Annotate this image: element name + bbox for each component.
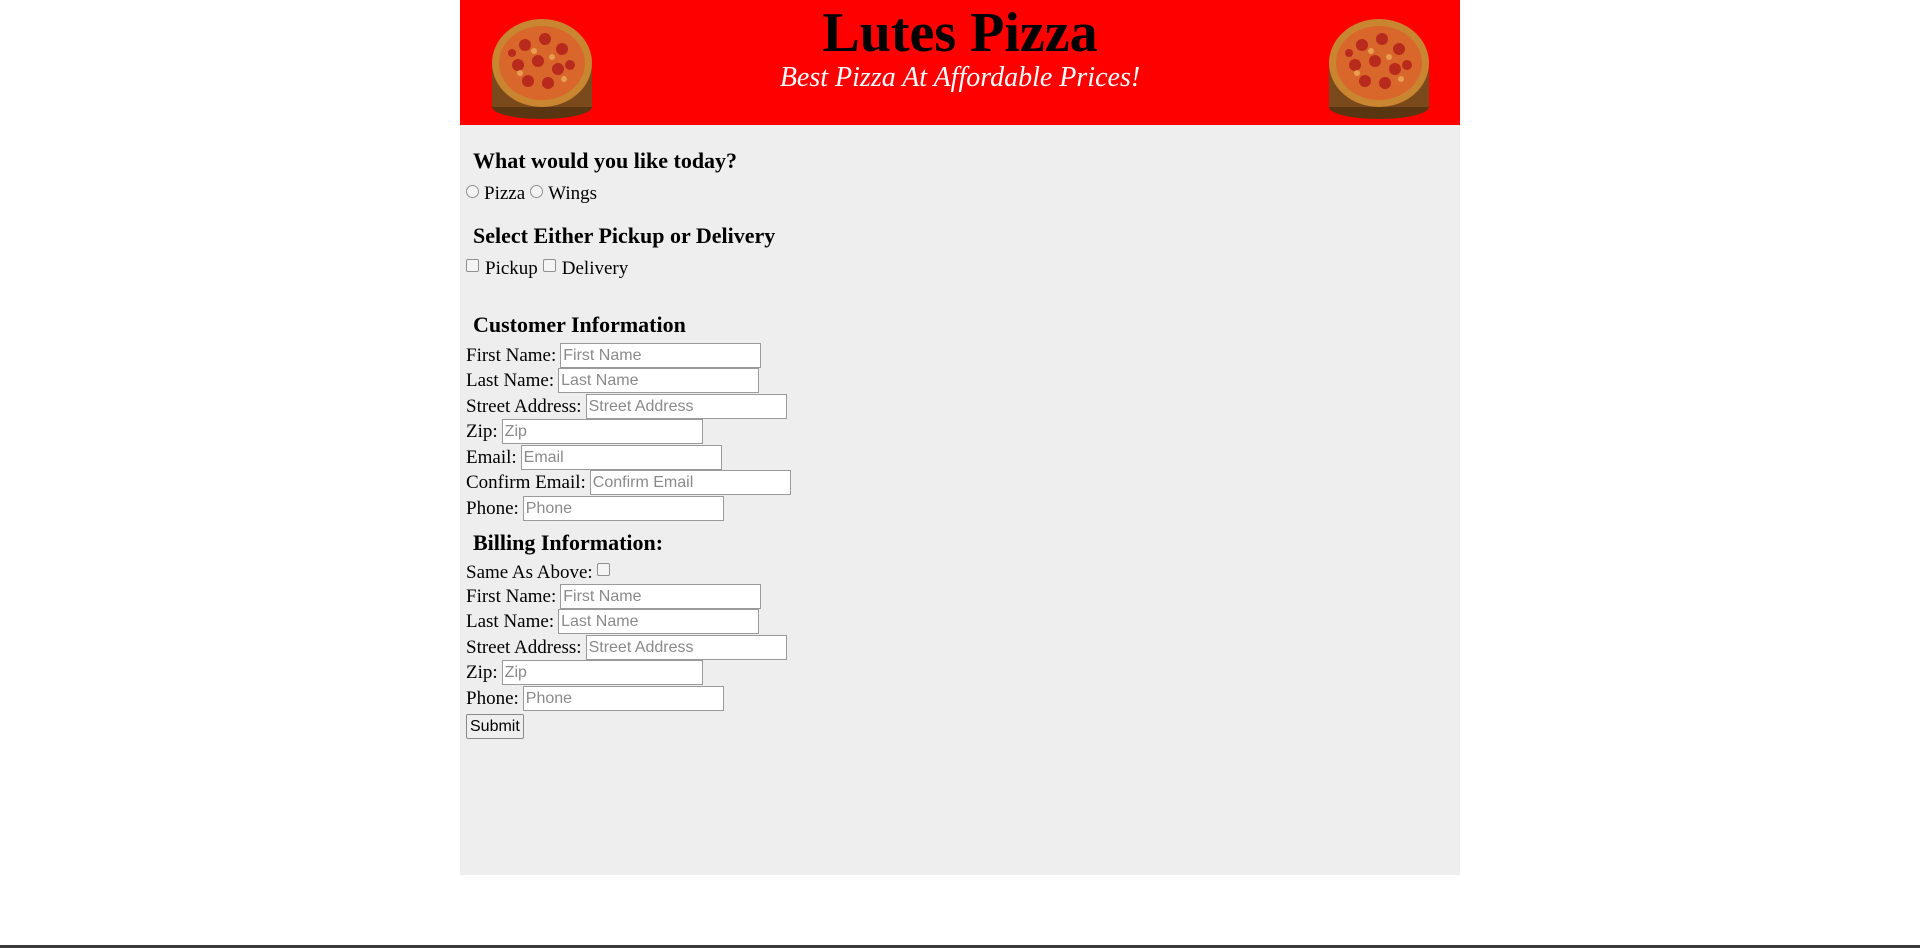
customer-first-name-input[interactable] (560, 343, 762, 368)
billing-street-address-label: Street Address: (466, 636, 582, 658)
billing-phone-row: Phone: (466, 686, 724, 711)
customer-street-address-label: Street Address: (466, 395, 582, 417)
billing-first-name-row: First Name: (466, 584, 762, 609)
page-container: Lutes Pizza Best Pizza At Affordable Pri… (460, 0, 1460, 875)
delivery-checkbox[interactable] (542, 259, 556, 272)
customer-last-name-label: Last Name: (466, 369, 555, 391)
billing-zip-row: Zip: (466, 660, 703, 685)
site-header: Lutes Pizza Best Pizza At Affordable Pri… (460, 0, 1460, 125)
customer-phone-row: Phone: (466, 496, 724, 521)
wings-radio[interactable] (530, 185, 544, 198)
customer-last-name-row: Last Name: (466, 368, 760, 393)
billing-first-name-label: First Name: (466, 585, 557, 607)
customer-zip-input[interactable] (501, 419, 703, 444)
billing-phone-input[interactable] (522, 686, 724, 711)
customer-confirm-email-input[interactable] (589, 470, 791, 495)
customer-street-address-row: Street Address: (466, 394, 787, 419)
billing-last-name-row: Last Name: (466, 609, 760, 634)
billing-last-name-label: Last Name: (466, 610, 555, 632)
customer-zip-label: Zip: (466, 420, 498, 442)
customer-street-address-input[interactable] (585, 394, 787, 419)
billing-street-address-input[interactable] (585, 635, 787, 660)
pickup-checkbox[interactable] (466, 259, 479, 272)
billing-street-address-row: Street Address: (466, 635, 787, 660)
billing-zip-label: Zip: (466, 661, 498, 683)
billing-first-name-input[interactable] (560, 584, 762, 609)
customer-email-row: Email: (466, 445, 722, 470)
pizza-radio[interactable] (466, 185, 479, 198)
same-as-above-label: Same As Above: (466, 561, 593, 583)
billing-last-name-input[interactable] (558, 609, 760, 634)
billing-info-heading: Billing Information: (473, 530, 664, 555)
customer-zip-row: Zip: (466, 419, 703, 444)
fulfillment-options: Pickup Delivery (466, 256, 633, 281)
customer-email-input[interactable] (520, 445, 722, 470)
customer-first-name-label: First Name: (466, 344, 557, 366)
pizza-image-right (1329, 19, 1429, 119)
billing-phone-label: Phone: (466, 687, 519, 709)
delivery-checkbox-label: Delivery (561, 257, 629, 279)
customer-confirm-email-label: Confirm Email: (466, 471, 586, 493)
wings-radio-label: Wings (548, 182, 598, 204)
customer-confirm-email-row: Confirm Email: (466, 470, 791, 495)
customer-first-name-row: First Name: (466, 343, 762, 368)
customer-phone-label: Phone: (466, 497, 519, 519)
submit-button[interactable]: Submit (466, 714, 524, 739)
fulfillment-heading: Select Either Pickup or Delivery (473, 223, 776, 248)
site-tagline: Best Pizza At Affordable Prices! (779, 62, 1141, 93)
same-as-above-checkbox[interactable] (596, 563, 610, 576)
pickup-checkbox-label: Pickup (485, 257, 538, 279)
customer-email-label: Email: (466, 446, 517, 468)
customer-info-heading: Customer Information (473, 312, 686, 337)
pizza-radio-label: Pizza (484, 182, 526, 204)
billing-zip-input[interactable] (501, 660, 703, 685)
site-title: Lutes Pizza (822, 2, 1098, 64)
order-type-heading: What would you like today? (473, 148, 738, 173)
customer-phone-input[interactable] (522, 496, 724, 521)
same-as-above-row: Same As Above: (466, 560, 616, 585)
order-type-options: Pizza Wings (466, 181, 602, 206)
customer-last-name-input[interactable] (558, 368, 760, 393)
